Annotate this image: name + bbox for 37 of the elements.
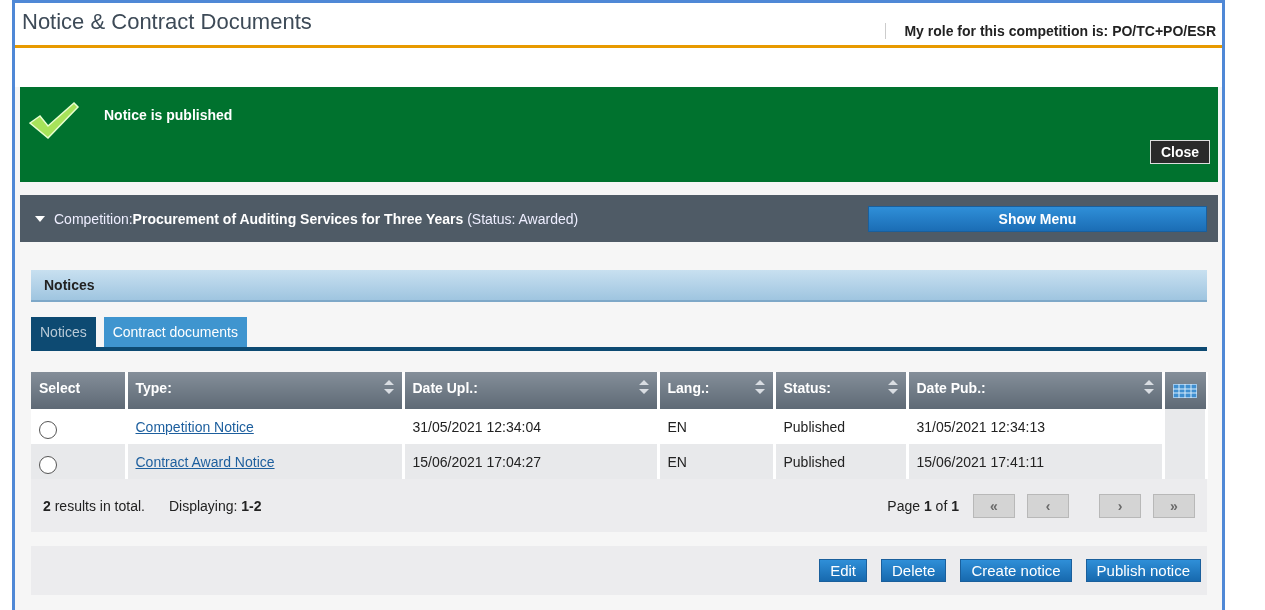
column-header[interactable]: Date Pub.: <box>907 372 1163 409</box>
caret-down-icon[interactable] <box>34 214 46 223</box>
column-header[interactable]: Status: <box>774 372 907 409</box>
column-header[interactable]: Date Upl.: <box>403 372 658 409</box>
results-total: 2 results in total. <box>43 497 145 514</box>
close-button[interactable]: Close <box>1149 140 1210 164</box>
radio-button[interactable] <box>39 456 57 474</box>
tab[interactable]: Contract documents <box>103 317 247 347</box>
sort-icon[interactable] <box>754 380 765 394</box>
action-button[interactable]: Edit <box>819 559 867 582</box>
column-header[interactable]: Type: <box>126 372 403 409</box>
sort-icon[interactable] <box>1143 380 1154 394</box>
role-text: My role for this competition is: PO/TC+PO/ESR <box>885 23 1216 39</box>
panel-header: Notices <box>31 270 1207 302</box>
sort-icon[interactable] <box>383 380 394 394</box>
table-cell: Published <box>774 444 907 479</box>
radio-button[interactable] <box>39 421 57 439</box>
tab[interactable]: Notices <box>31 317 96 347</box>
column-header[interactable]: Lang.: <box>658 372 774 409</box>
displaying-range: Displaying: 1-2 <box>168 497 262 514</box>
sort-icon[interactable] <box>887 380 898 394</box>
notice-link[interactable]: Competition Notice <box>135 418 254 435</box>
columns-icon[interactable] <box>1172 384 1197 398</box>
message-text: Notice is published <box>104 107 233 123</box>
sort-icon[interactable] <box>638 380 649 394</box>
action-button[interactable]: Publish notice <box>1085 559 1201 582</box>
table-cell: EN <box>658 444 774 479</box>
action-button[interactable]: Create notice <box>960 559 1072 582</box>
page-indicator: Page 1 of 1 <box>887 497 959 514</box>
column-header: Select <box>31 372 126 409</box>
table-cell: 15/06/2021 17:04:27 <box>403 444 658 479</box>
page-title: Notice & Contract Documents <box>22 9 312 35</box>
show-menu-button[interactable]: Show Menu <box>868 205 1207 232</box>
check-icon <box>28 101 80 139</box>
competition-title: Competition:Procurement of Auditing Services for Three Years (Status: Awarded) <box>54 210 580 227</box>
table-cell: 15/06/2021 17:41:11 <box>907 444 1163 479</box>
action-button[interactable]: Delete <box>881 559 947 582</box>
